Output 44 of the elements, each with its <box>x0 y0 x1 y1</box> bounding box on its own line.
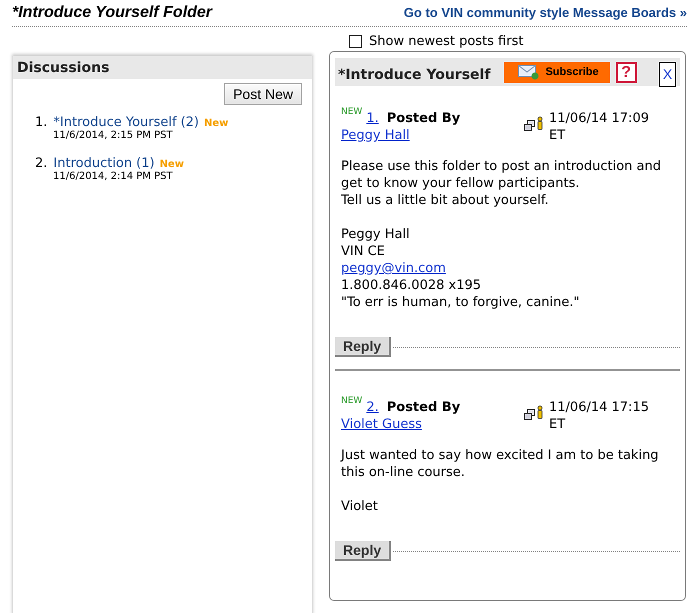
discussion-link[interactable]: Introduction <box>53 156 132 171</box>
item-number: 1. <box>35 115 48 130</box>
posted-by-label: Posted By <box>386 111 460 126</box>
email-link[interactable]: peggy@vin.com <box>341 260 674 277</box>
post-date: 11/06/14 17:15 ET <box>549 399 650 433</box>
windows-person-icon[interactable] <box>523 116 545 134</box>
message-boards-link[interactable]: Go to VIN community style Message Boards » <box>404 5 687 20</box>
post-text: Tell us a little bit about yourself. <box>341 192 550 209</box>
help-button[interactable]: ? <box>616 62 637 82</box>
post-text: Please use this folder to post an introduction and get to know your fellow participants. <box>341 158 662 192</box>
posted-by-label: Posted By <box>386 400 460 415</box>
thread-title: *Introduce Yourself <box>338 67 490 83</box>
reply-button[interactable]: Reply <box>335 541 392 561</box>
reply-button[interactable]: Reply <box>335 337 392 357</box>
post-date: 11/06/14 17:09 ET <box>549 110 650 144</box>
discussions-header: Discussions <box>13 56 312 79</box>
envelope-icon <box>518 64 540 80</box>
author-link[interactable]: Violet Guess <box>341 416 422 433</box>
post-number-link[interactable]: 2. <box>366 400 379 415</box>
item-number: 2. <box>35 156 48 171</box>
page-title: *Introduce Yourself Folder <box>12 4 212 22</box>
post-text: Violet <box>341 498 379 515</box>
new-label: New <box>204 118 228 129</box>
post-text: VIN CE <box>341 243 386 260</box>
checkbox-label: Show newest posts first <box>369 34 524 48</box>
close-button[interactable]: X <box>659 62 676 86</box>
post-count: (2) <box>180 115 199 130</box>
post-count: (1) <box>136 156 155 171</box>
post-number-link[interactable]: 1. <box>366 111 379 126</box>
post-text: 1.800.846.0028 x195 <box>341 277 482 294</box>
post-text: Just wanted to say how excited I am to be taking this on-line course. <box>341 447 660 481</box>
author-link[interactable]: Peggy Hall <box>341 127 410 144</box>
post-text: Peggy Hall <box>341 226 411 243</box>
discussion-date: 11/6/2014, 2:14 PM PST <box>53 171 174 182</box>
discussion-link[interactable]: *Introduce Yourself <box>53 115 177 130</box>
post-new-button[interactable]: Post New <box>224 83 302 105</box>
checkbox[interactable] <box>349 34 362 48</box>
new-label: New <box>160 159 184 170</box>
subscribe-button[interactable]: Subscribe <box>504 62 610 82</box>
new-label: NEW <box>341 396 362 406</box>
new-label: NEW <box>341 107 362 117</box>
windows-person-icon[interactable] <box>523 405 545 423</box>
discussion-date: 11/6/2014, 2:15 PM PST <box>53 130 174 141</box>
post-text: "To err is human, to forgive, canine." <box>341 294 580 311</box>
